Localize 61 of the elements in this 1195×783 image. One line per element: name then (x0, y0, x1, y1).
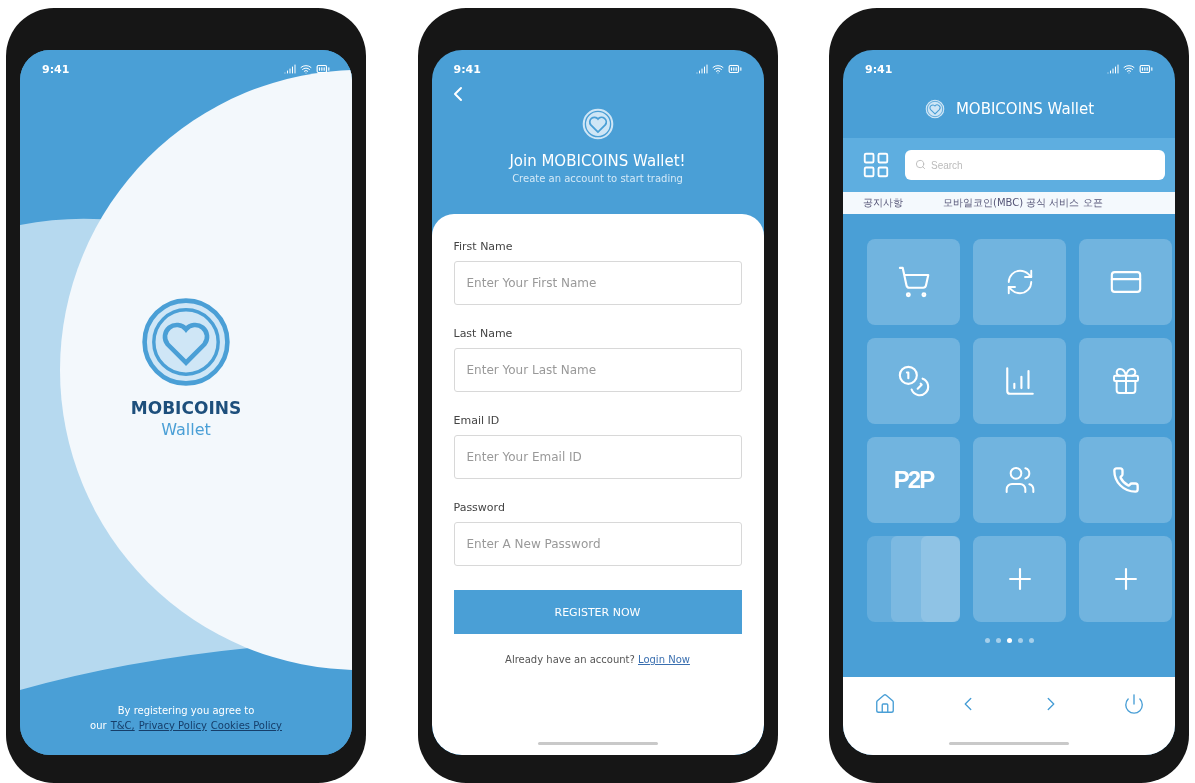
notice-tag: 공지사항 (863, 196, 903, 210)
heart-logo-icon (579, 106, 616, 142)
page-dot[interactable] (1006, 638, 1012, 643)
app-title: MOBICOINS Wallet (955, 100, 1095, 118)
policy-link[interactable]: Cookies Policy (210, 720, 282, 731)
field-label: Password (453, 501, 506, 514)
app-tile[interactable] (1079, 338, 1172, 424)
signal-icon (284, 63, 296, 75)
status-time: 9:41 (865, 62, 893, 76)
app-tile[interactable] (1079, 437, 1172, 523)
app-tile[interactable] (973, 437, 1066, 523)
phone-icon (1111, 466, 1140, 494)
status-time: 9:41 (453, 62, 481, 76)
power-icon[interactable] (1122, 693, 1145, 715)
app-tile[interactable] (867, 338, 960, 424)
login-link[interactable]: Login Now (638, 654, 690, 665)
register-title: Join MOBICOINS Wallet! (509, 152, 686, 170)
input-field[interactable]: Enter Your Last Name (453, 348, 742, 392)
app-tile[interactable] (973, 239, 1066, 325)
app-tile[interactable] (1079, 536, 1172, 622)
page-dot[interactable] (995, 638, 1001, 643)
search-field[interactable]: Search (905, 150, 1165, 180)
coins-icon (896, 364, 931, 398)
wifi-icon (1123, 63, 1135, 75)
brand-name: MOBICOINS (130, 398, 242, 418)
page-dot[interactable] (1028, 638, 1034, 643)
input-field[interactable]: Enter Your First Name (453, 261, 742, 305)
field-label: Email ID (453, 414, 501, 427)
policy-link[interactable]: Privacy Policy (138, 720, 207, 731)
input-field[interactable]: Enter Your Email ID (453, 435, 742, 479)
field-label: Last Name (453, 327, 514, 340)
field-label: First Name (453, 240, 514, 253)
home-icon[interactable] (873, 693, 896, 715)
signal-icon (1107, 63, 1119, 75)
page-dot[interactable] (984, 638, 990, 643)
input-field[interactable]: Enter A New Password (453, 522, 742, 566)
brand-subtitle: Wallet (161, 420, 211, 439)
p2p-tile[interactable]: P2P (867, 437, 960, 523)
register-subtitle: Create an account to start trading (512, 173, 683, 184)
heart-logo-icon (923, 98, 946, 120)
login-prompt: Already have an account? Login Now (504, 654, 691, 665)
policy-link[interactable]: T&C, (110, 720, 135, 731)
heart-logo-icon (140, 296, 232, 388)
wifi-icon (711, 63, 724, 75)
notice-text: 모바일코인(MBC) 공식 서비스 오픈 (943, 196, 1103, 210)
app-tile[interactable] (973, 536, 1066, 622)
wifi-icon (300, 63, 312, 75)
status-time: 9:41 (42, 62, 70, 76)
grid-icon[interactable] (861, 150, 891, 180)
search-icon (915, 159, 926, 170)
battery-icon (316, 62, 330, 76)
page-dot[interactable] (1017, 638, 1023, 643)
battery-icon (1139, 62, 1153, 76)
app-tile[interactable] (867, 239, 960, 325)
legal-notice: By registering you agree to our T&C, Privacy Policy Cookies Policy (89, 704, 283, 733)
cart-icon (896, 265, 931, 299)
app-tile[interactable] (1079, 239, 1172, 325)
battery-icon (727, 62, 742, 76)
people-icon (1003, 464, 1036, 496)
app-tile[interactable] (973, 338, 1066, 424)
register-button[interactable]: REGISTER NOW (453, 590, 742, 634)
